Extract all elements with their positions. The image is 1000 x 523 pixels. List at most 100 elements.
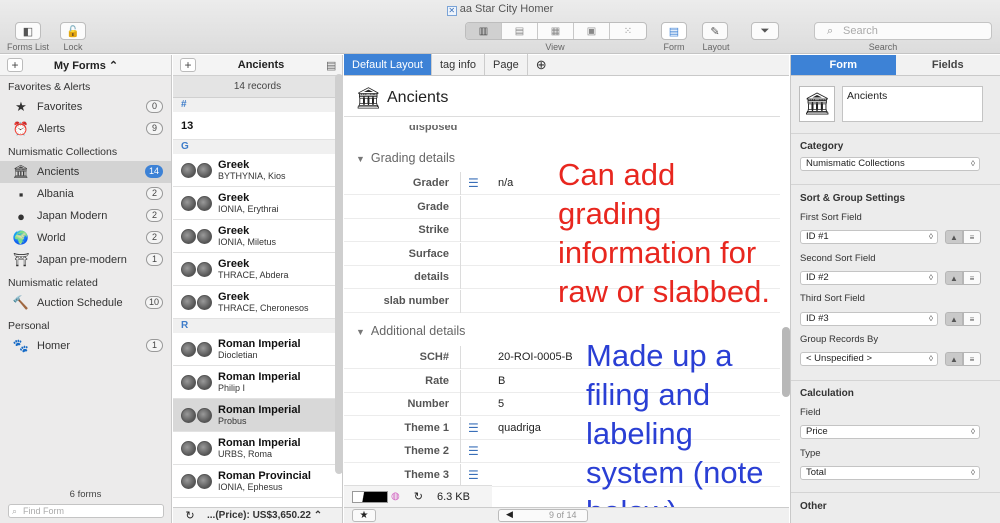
reload-icon[interactable]: ↻ [414,490,423,503]
table-view-icon[interactable]: ▤ [502,23,538,39]
value-list-icon[interactable]: ☰ [468,444,484,458]
add-tab-icon[interactable]: ⊕ [528,54,555,75]
divider [791,492,1000,493]
list-details-icon[interactable]: ▤ [326,59,342,72]
filter-button[interactable]: ⏷ [751,22,779,40]
sort-ascending-icon[interactable]: ▲ [945,271,963,285]
first-sort-label: First Sort Field [800,212,862,223]
my-forms-menu[interactable]: My Forms ⌃ [23,59,149,72]
list-item[interactable]: Roman Imperial Probus [173,399,342,432]
sort-descending-icon[interactable]: ≡ [963,352,981,366]
list-item[interactable]: Roman Provincial IONIA, Ephesus [173,465,342,498]
list-footer: ↻ ...(Price): US$3,650.22 ⌃ [173,507,342,523]
sort-ascending-icon[interactable]: ▲ [945,312,963,326]
sidebar-item-auction-schedule[interactable]: 🔨 Auction Schedule 10 [0,292,171,314]
sidebar-item-alerts[interactable]: ⏰ Alerts 9 [0,118,171,140]
calendar-view-icon[interactable]: ▦ [538,23,574,39]
record-count-badge: 14 [144,165,163,178]
pager-text: 9 of 14 [549,510,577,520]
sidebar-item-albania[interactable]: ▪ Albania 2 [0,183,171,205]
third-sort-order[interactable]: ▲ ≡ [945,312,981,326]
group-by-value: < Unspecified > [806,353,873,364]
add-form-button[interactable]: + [7,58,23,72]
form-name-field[interactable]: Ancients [842,86,983,122]
record-rows: #13 G Greek BYTHYNIA, Kios Greek IONIA, Ery… [173,98,342,498]
list-view-icon[interactable]: ▥ [466,23,502,39]
sidebar-section-label: Favorites & Alerts [8,81,91,93]
sidebar-item-label: Favorites [37,101,83,113]
sort-ascending-icon[interactable]: ▲ [945,230,963,244]
sidebar-section-label: Personal [8,320,50,332]
third-sort-select[interactable]: ID #3 ◊ [800,312,938,326]
tab-form[interactable]: Form [791,55,896,76]
sidebar-item-world[interactable]: 🌍 World 2 [0,227,171,249]
list-item[interactable]: Greek IONIA, Miletus [173,220,342,253]
grading-section-title: Grading details [370,151,455,165]
list-item-subtitle: THRACE, Abdera [218,270,289,280]
field-value: B [498,374,506,387]
sidebar-item-homer[interactable]: 🐾 Homer 1 [0,335,171,357]
forms-list-button[interactable]: ◧ [15,22,41,40]
sidebar-item-favorites[interactable]: ★ Favorites 0 [0,96,171,118]
tab-fields[interactable]: Fields [895,55,1000,76]
grid-view-icon[interactable]: ⁙ [610,23,646,39]
color-swatch[interactable] [352,490,388,503]
grading-section-header[interactable]: ▼ Grading details [356,147,455,169]
form-icon-well[interactable]: 🏛 [799,86,835,122]
sort-descending-icon[interactable]: ≡ [963,271,981,285]
sort-ascending-icon[interactable]: ▲ [945,352,963,366]
calc-field-select[interactable]: Price ◊ [800,425,980,439]
first-sort-select[interactable]: ID #1 ◊ [800,230,938,244]
form-scrollbar[interactable] [782,327,790,397]
price-total[interactable]: ...(Price): US$3,650.22 ⌃ [207,510,322,521]
annotation-blue-line: filing and [586,377,711,412]
form-button[interactable]: ▤ [661,22,687,40]
disclosure-triangle-icon: ▼ [356,327,365,337]
refresh-icon[interactable]: ↻ [173,509,207,522]
sort-descending-icon[interactable]: ≡ [963,230,981,244]
view-switcher[interactable]: ▥ ▤ ▦ ▣ ⁙ [465,22,647,40]
list-item[interactable]: Roman Imperial URBS, Roma [173,432,342,465]
photo-view-icon[interactable]: ▣ [574,23,610,39]
sidebar-item-label: World [37,232,66,244]
list-scrollbar[interactable] [335,74,343,474]
list-item[interactable]: Greek BYTHYNIA, Kios [173,154,342,187]
layout-button[interactable]: ✎ [702,22,728,40]
search-input[interactable]: ⌕ Search [814,22,992,40]
value-list-icon[interactable]: ☰ [468,468,484,482]
tab-tag-info[interactable]: tag info [432,54,486,75]
second-sort-select[interactable]: ID #2 ◊ [800,271,938,285]
calc-type-select[interactable]: Total ◊ [800,466,980,480]
sidebar-item-ancients[interactable]: 🏛 Ancients 14 [0,161,171,183]
first-sort-value: ID #1 [806,231,829,242]
list-item[interactable]: Roman Imperial Philip I [173,366,342,399]
favorite-star-icon[interactable]: ★ [352,509,376,522]
lock-button[interactable]: 🔓 [60,22,86,40]
additional-section-header[interactable]: ▼ Additional details [356,320,465,342]
prev-record-icon[interactable]: ◀ [506,509,513,520]
list-item[interactable]: Greek THRACE, Cheronesos [173,286,342,319]
value-list-icon[interactable]: ☰ [468,421,484,435]
color-wheel-icon[interactable]: ◍ [391,491,400,502]
find-form-input[interactable]: ⌕ Find Form [8,504,164,518]
list-item[interactable]: Greek IONIA, Erythrai [173,187,342,220]
sort-descending-icon[interactable]: ≡ [963,312,981,326]
tab-default-layout[interactable]: Default Layout [344,54,432,75]
sidebar-item-japan-modern[interactable]: ● Japan Modern 2 [0,205,171,227]
category-value: Numismatic Collections [806,158,905,169]
category-select[interactable]: Numismatic Collections ◊ [800,157,980,171]
second-sort-order[interactable]: ▲ ≡ [945,271,981,285]
list-item[interactable]: Greek THRACE, Abdera [173,253,342,286]
annotation-red-line: raw or slabbed. [558,274,770,309]
group-by-select[interactable]: < Unspecified > ◊ [800,352,938,366]
first-sort-order[interactable]: ▲ ≡ [945,230,981,244]
disclosure-triangle-icon: ▼ [356,154,365,164]
value-list-icon[interactable]: ☰ [468,176,484,190]
disposed-field-label: disposed [409,125,458,133]
list-item[interactable]: Roman Imperial Diocletian [173,333,342,366]
tab-page[interactable]: Page [485,54,528,75]
list-item[interactable]: 13 [173,112,342,140]
add-record-button[interactable]: + [180,58,196,72]
sidebar-item-japan-pre-modern[interactable]: ⛩ Japan pre-modern 1 [0,249,171,271]
group-order[interactable]: ▲ ≡ [945,352,981,366]
